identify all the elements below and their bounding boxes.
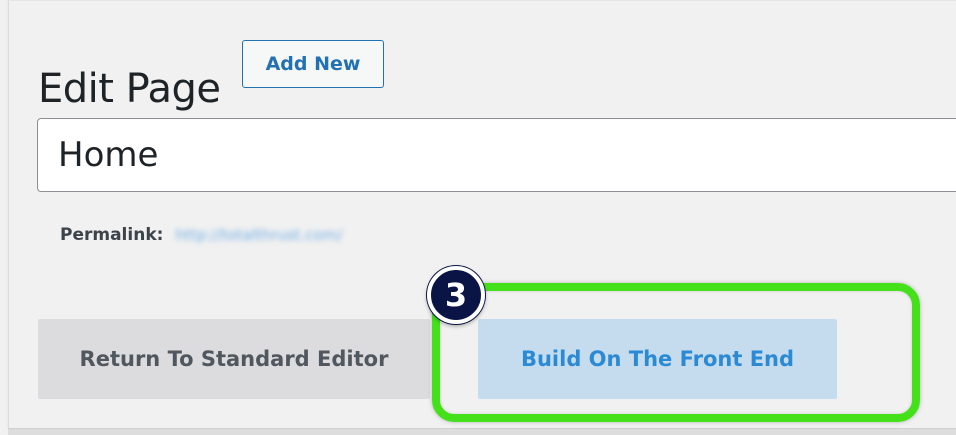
permalink-url[interactable]: http://totalthrust.com/	[175, 226, 342, 244]
permalink-row: Permalink: http://totalthrust.com/	[60, 223, 342, 247]
permalink-label: Permalink:	[60, 225, 164, 245]
step-number-badge: 3	[427, 266, 485, 324]
page-title: Edit Page	[38, 65, 221, 112]
add-new-button[interactable]: Add New	[242, 40, 384, 88]
page-title-input[interactable]	[37, 118, 956, 192]
build-on-front-end-button[interactable]: Build On The Front End	[478, 319, 837, 399]
return-to-standard-editor-button[interactable]: Return To Standard Editor	[38, 319, 430, 399]
